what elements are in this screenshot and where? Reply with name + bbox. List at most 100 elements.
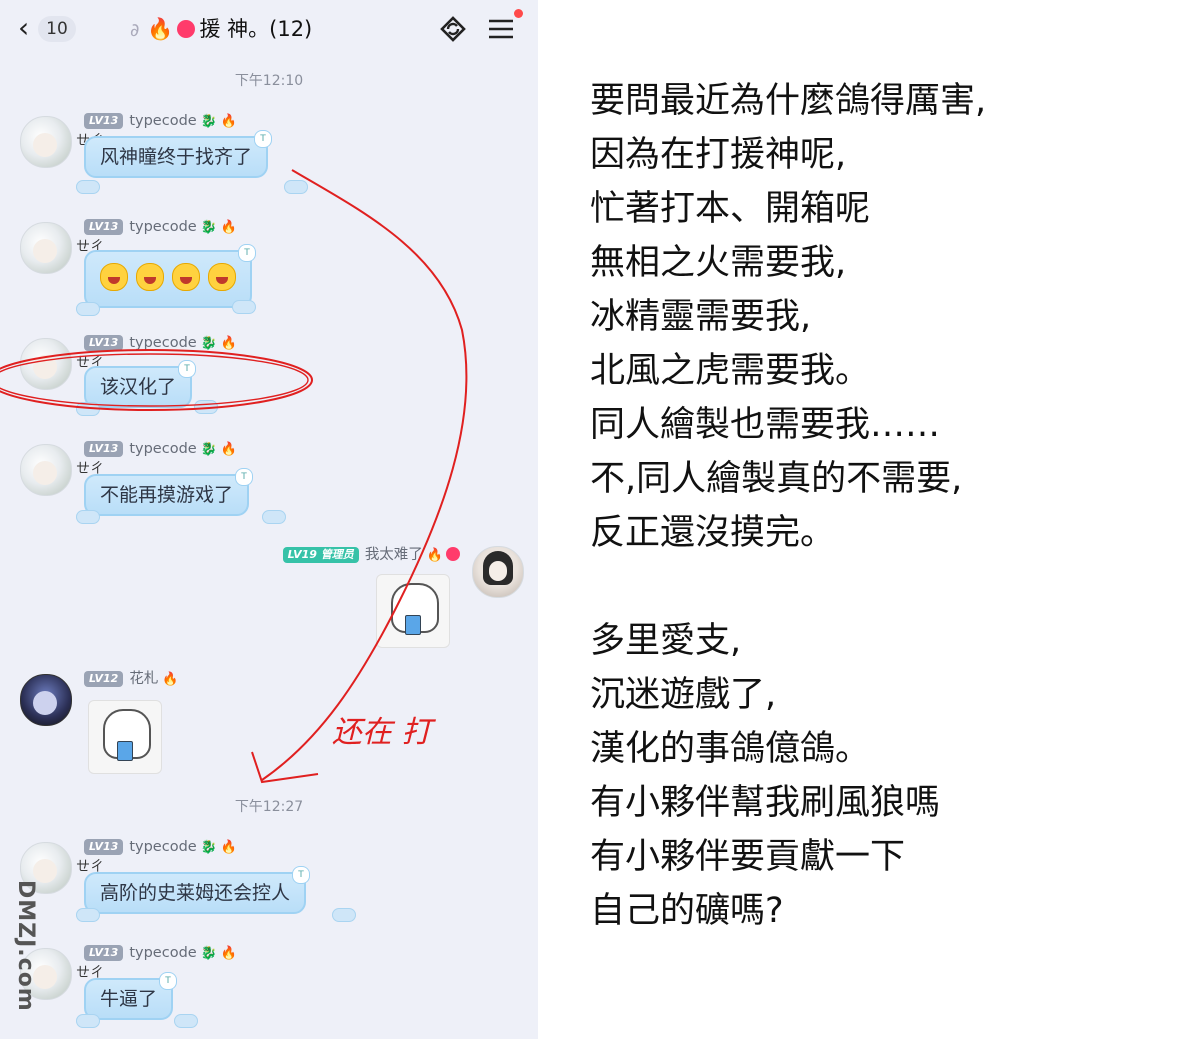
level-badge: LV19 管理员 xyxy=(282,547,359,563)
message-meta: LV13 typecode 🐉 🔥 xyxy=(84,836,237,858)
avatar[interactable] xyxy=(20,674,72,726)
poem-line: 自己的礦嗎? xyxy=(590,891,784,931)
message-item: LV13 typecode 🐉 🔥 ㄝㄔ 不能再摸游戏了 T xyxy=(18,438,528,538)
heart-badge-icon xyxy=(446,547,460,561)
poem-text: 要問最近為什麼鴿得厲害, 因為在打援神呢, 忙著打本、開箱呢 無相之火需要我, 冰精靈需… xyxy=(590,74,1180,938)
ear-icon: ∂ xyxy=(130,20,140,41)
fire-icon: 🔥 xyxy=(220,946,238,961)
fire-icon: 🔥 xyxy=(426,548,443,563)
laughing-emoji-icon xyxy=(100,263,128,291)
dragon-icon: 🐉 xyxy=(200,946,217,961)
laughing-emoji-icon xyxy=(136,263,164,291)
fire-icon: 🔥 xyxy=(220,114,238,129)
notification-dot xyxy=(514,9,523,18)
message-bubble[interactable]: 该汉化了 T xyxy=(84,360,197,408)
poem-line: 因為在打援神呢, xyxy=(590,135,847,175)
poem-line: 有小夥伴幫我刷風狼嗎 xyxy=(590,783,941,823)
bubble-tag-icon: T xyxy=(238,244,256,262)
message-item: LV13 typecode 🐉 🔥 ㄝㄔ T xyxy=(18,216,528,316)
dragon-icon: 🐉 xyxy=(200,442,217,457)
unread-count-badge[interactable]: 10 xyxy=(38,16,76,42)
message-bubble[interactable]: 高阶的史莱姆还会控人 T xyxy=(84,866,311,914)
message-item: LV13 typecode 🐉 🔥 ㄝㄔ 该汉化了 T xyxy=(18,332,528,432)
poem-line: 漢化的事鴿億鴿。 xyxy=(590,729,871,769)
poem-line: 多里愛支, xyxy=(590,621,742,661)
message-text: 该汉化了 xyxy=(100,376,177,398)
message-text: 高阶的史莱姆还会控人 xyxy=(100,882,291,904)
chat-header: ‹ 10 ∂ 🔥 援 神。(12) xyxy=(0,0,538,58)
fire-icon: 🔥 xyxy=(220,442,238,457)
message-item: LV13typecode🐉🔥 ㄝㄔ 风神瞳终于找齐了T xyxy=(18,110,528,210)
bubble-tag-icon: T xyxy=(159,972,178,990)
laughing-emoji-icon xyxy=(208,263,236,291)
username[interactable]: typecode xyxy=(129,441,196,457)
username[interactable]: 花札 xyxy=(129,671,158,687)
bubble-tag-icon: T xyxy=(178,360,197,378)
avatar[interactable] xyxy=(20,222,72,274)
dragon-icon: 🐉 xyxy=(200,336,217,351)
poem-line: 忙著打本、開箱呢 xyxy=(590,189,871,229)
poem-line xyxy=(590,560,1180,614)
timestamp: 下午12:10 xyxy=(234,73,304,89)
group-title-text: 援 神。(12) xyxy=(199,17,313,41)
admin-role: 管理员 xyxy=(320,548,354,561)
fire-icon: 🔥 xyxy=(220,220,238,235)
level-badge: LV12 xyxy=(84,671,124,687)
message-bubble[interactable]: 风神瞳终于找齐了 T xyxy=(84,130,273,178)
cloud-icon xyxy=(76,510,100,524)
username[interactable]: typecode xyxy=(129,335,196,351)
message-meta: LV13 typecode 🐉 🔥 xyxy=(84,216,237,238)
avatar[interactable] xyxy=(20,116,72,168)
watermark: DMZJ.com xyxy=(13,880,38,1012)
level-badge: LV13 xyxy=(84,839,124,855)
message-bubble[interactable]: 不能再摸游戏了 T xyxy=(84,468,254,516)
message-text: 风神瞳终于找齐了 xyxy=(100,146,253,168)
poem-line: 沉迷遊戲了, xyxy=(590,675,777,715)
level-badge: LV13 xyxy=(84,945,124,961)
cloud-icon xyxy=(262,510,286,524)
chat-screenshot: ‹ 10 ∂ 🔥 援 神。(12) 下午12:10 LV13typecode🐉🔥 ㄝ… xyxy=(0,0,538,1039)
back-chevron-icon[interactable]: ‹ xyxy=(18,14,29,42)
bear-sticker[interactable] xyxy=(376,574,450,648)
message-meta: LV13 typecode 🐉 🔥 xyxy=(84,110,237,132)
cloud-icon xyxy=(76,1014,100,1028)
message-bubble[interactable]: T xyxy=(84,244,256,308)
fire-icon: 🔥 xyxy=(162,672,179,687)
fire-icon: 🔥 xyxy=(147,17,174,41)
message-bubble[interactable]: 牛逼了 T xyxy=(84,972,178,1020)
username[interactable]: typecode xyxy=(129,839,196,855)
sync-icon[interactable] xyxy=(436,12,470,46)
laughing-emoji-icon xyxy=(172,263,200,291)
username[interactable]: typecode xyxy=(129,945,196,961)
bubble-tag-icon: T xyxy=(292,866,311,884)
bubble-tag-icon: T xyxy=(235,468,254,486)
cloud-icon xyxy=(76,302,100,316)
message-meta: LV13 typecode 🐉 🔥 xyxy=(84,332,237,354)
cloud-icon xyxy=(194,400,218,414)
username[interactable]: 我太难了 xyxy=(365,547,423,563)
message-meta: LV13 typecode 🐉 🔥 xyxy=(84,942,237,964)
username[interactable]: typecode xyxy=(129,219,196,235)
menu-icon[interactable] xyxy=(486,14,516,44)
cloud-icon xyxy=(76,402,100,416)
cloud-icon xyxy=(174,1014,198,1028)
dragon-icon: 🐉 xyxy=(200,840,217,855)
avatar[interactable] xyxy=(20,338,72,390)
poem-line: 有小夥伴要貢獻一下 xyxy=(590,837,906,877)
bear-sticker[interactable] xyxy=(88,700,162,774)
cloud-icon xyxy=(76,180,100,194)
poem-line: 不,同人繪製真的不需要, xyxy=(590,459,963,499)
timestamp: 下午12:27 xyxy=(234,799,304,815)
fire-icon: 🔥 xyxy=(220,840,238,855)
poem-line: 要問最近為什麼鴿得厲害, xyxy=(590,81,987,121)
avatar[interactable] xyxy=(20,444,72,496)
level-badge: LV13 xyxy=(84,219,124,235)
dragon-icon: 🐉 xyxy=(200,220,217,235)
avatar[interactable] xyxy=(472,546,524,598)
message-item: LV12 花札 🔥 xyxy=(18,668,528,774)
username[interactable]: typecode xyxy=(129,113,196,129)
poem-line: 無相之火需要我, xyxy=(590,243,847,283)
message-item-self: LV19 管理员 我太难了 🔥 xyxy=(240,544,530,654)
group-title: ∂ 🔥 援 神。(12) xyxy=(130,14,312,46)
fire-icon: 🔥 xyxy=(220,336,238,351)
